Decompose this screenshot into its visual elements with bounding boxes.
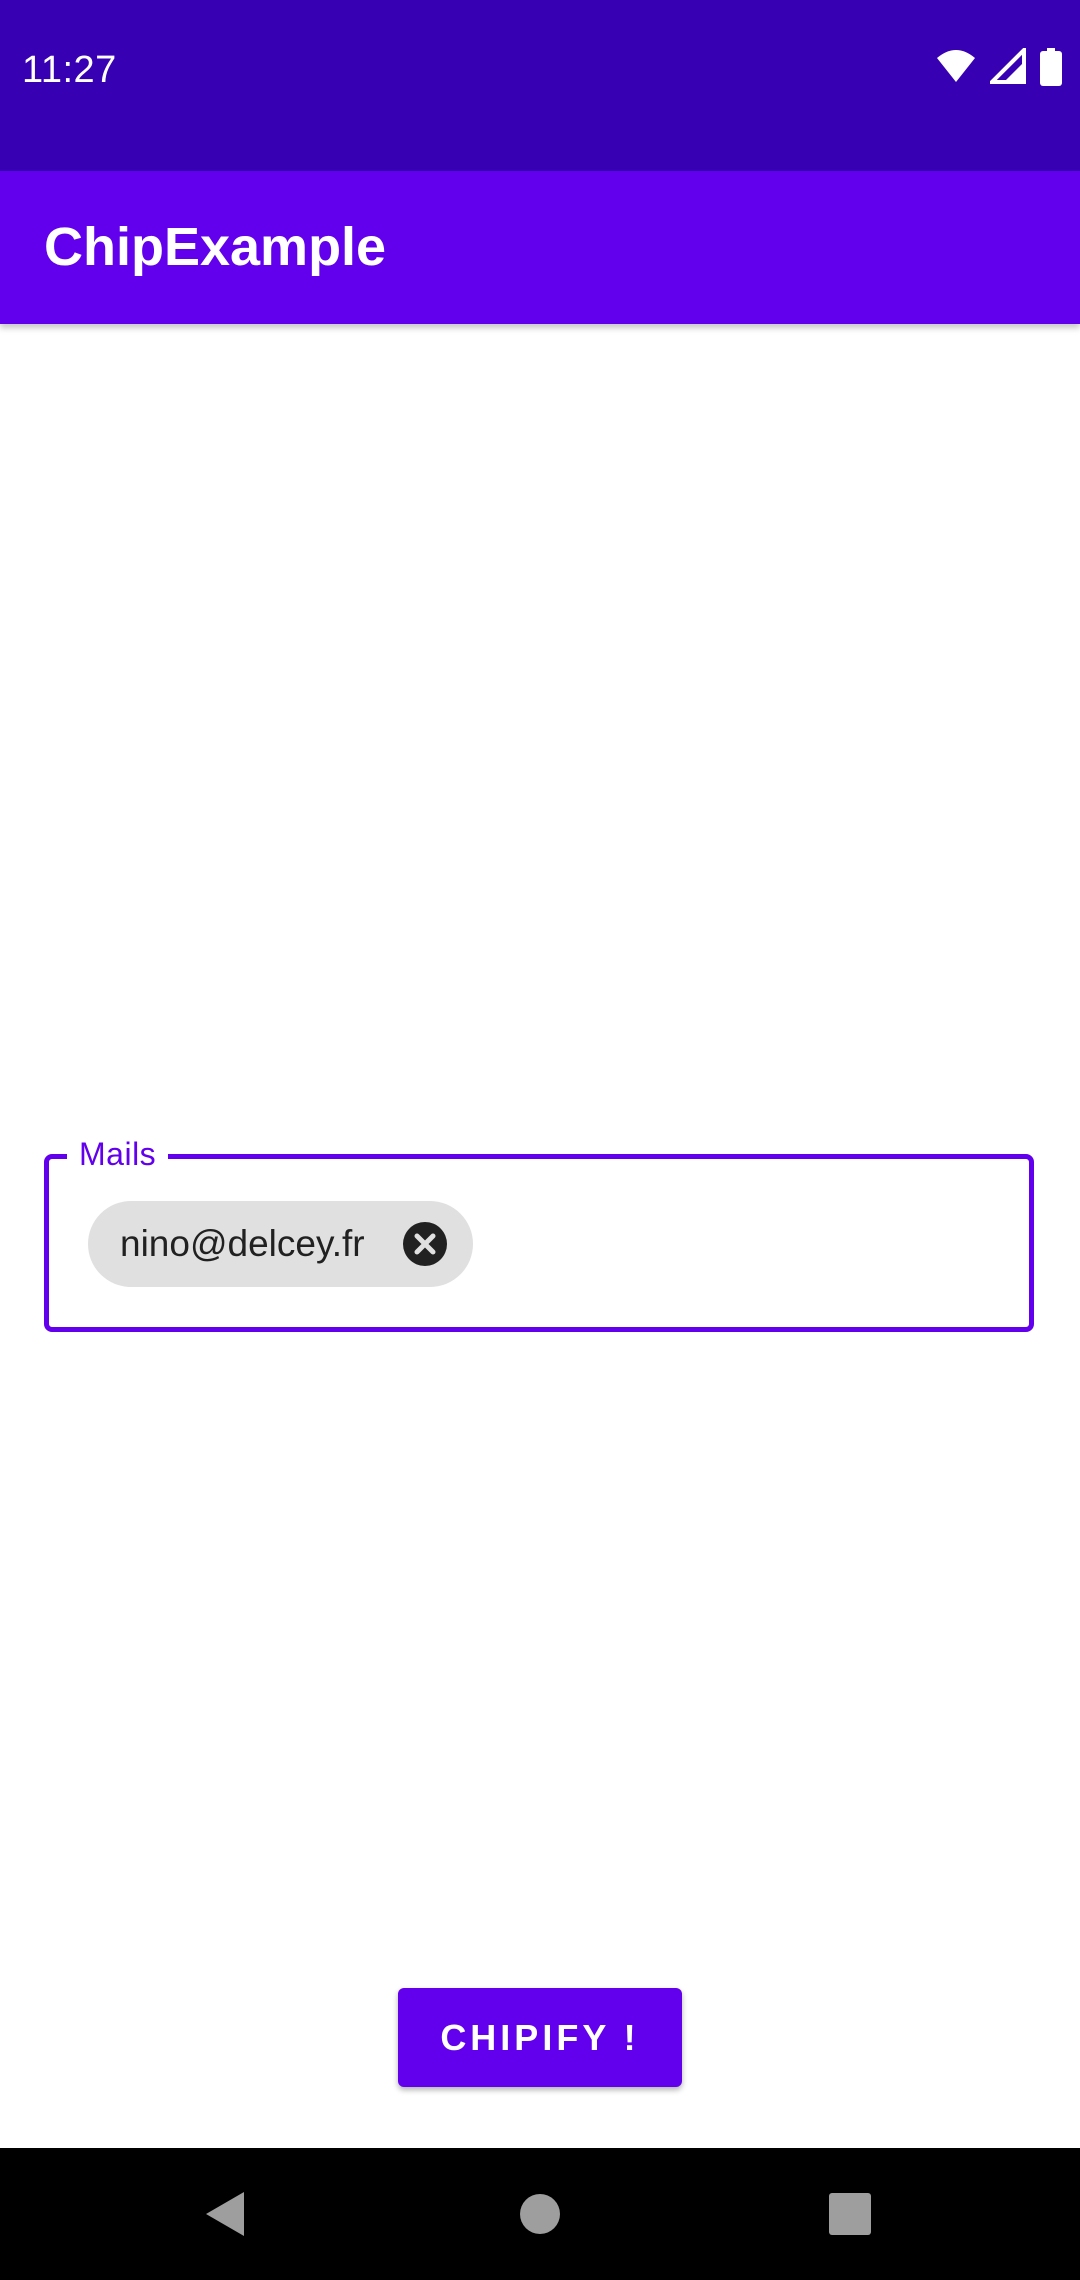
- app-bar: ChipExample: [0, 171, 1080, 324]
- status-bar: 11:27: [0, 0, 1080, 171]
- home-icon[interactable]: [510, 2184, 570, 2244]
- mails-field-label: Mails: [67, 1132, 169, 1176]
- app-title: ChipExample: [44, 217, 387, 277]
- wifi-icon: [936, 48, 976, 88]
- battery-icon: [1040, 48, 1062, 88]
- status-icons: [936, 45, 1062, 88]
- navigation-bar: [0, 2148, 1080, 2280]
- email-chip[interactable]: nino@delcey.fr: [88, 1201, 473, 1287]
- cancel-icon[interactable]: [402, 1221, 448, 1267]
- cell-signal-icon: [987, 45, 1026, 88]
- chipify-button[interactable]: CHIPIFY !: [398, 1988, 682, 2087]
- email-chip-label: nino@delcey.fr: [120, 1223, 365, 1264]
- status-time: 11:27: [22, 49, 117, 91]
- recents-icon[interactable]: [820, 2184, 880, 2244]
- mails-field[interactable]: Mails nino@delcey.fr: [44, 1132, 1034, 1332]
- back-icon[interactable]: [196, 2184, 256, 2244]
